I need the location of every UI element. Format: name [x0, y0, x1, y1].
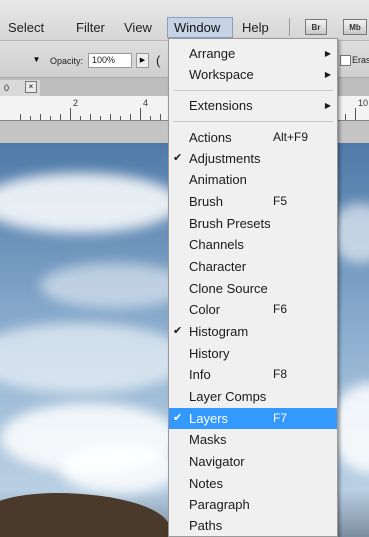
bridge-icon[interactable]: Br	[305, 19, 327, 35]
ruler-number: 2	[73, 98, 79, 108]
opacity-label: Opacity:	[50, 56, 84, 66]
submenu-arrow-icon: ▶	[324, 101, 331, 110]
menu-item-extensions[interactable]: Extensions ▶	[169, 95, 337, 116]
checkmark-icon: ✔	[173, 152, 183, 164]
menu-item-animation[interactable]: Animation	[169, 169, 337, 190]
menu-item-label: Clone Source	[189, 281, 268, 296]
menu-item-shortcut: F6	[273, 302, 288, 316]
menu-item-label: Channels	[189, 237, 244, 252]
opacity-arrow-icon[interactable]: ▶	[136, 53, 149, 68]
menu-window[interactable]: Window	[167, 17, 233, 38]
menu-item-brush[interactable]: Brush F5	[169, 191, 337, 212]
menu-item-label: Extensions	[189, 98, 253, 113]
menu-item-label: Notes	[189, 476, 223, 491]
close-icon[interactable]: ×	[25, 81, 37, 93]
menu-item-label: Layer Comps	[189, 389, 267, 404]
submenu-arrow-icon: ▶	[324, 49, 331, 58]
menu-item-arrange[interactable]: Arrange ▶	[169, 43, 337, 64]
menu-item-label: Brush Presets	[189, 216, 271, 231]
menu-item-shortcut: F8	[273, 367, 288, 381]
menu-item-layers[interactable]: ✔ Layers F7	[169, 408, 337, 429]
menu-separator	[173, 90, 333, 91]
menu-item-label: Character	[189, 259, 247, 274]
menu-item-actions[interactable]: Actions Alt+F9	[169, 127, 337, 148]
window-menu-dropdown: Arrange ▶ Workspace ▶ Extensions ▶ Actio…	[168, 38, 338, 537]
menu-item-label: Layers	[189, 411, 229, 426]
menu-item-label: Adjustments	[189, 151, 261, 166]
menu-item-label: Brush	[189, 194, 223, 209]
chevron-down-icon[interactable]: ▼	[30, 53, 43, 68]
menu-item-label: Masks	[189, 432, 227, 447]
menu-item-color[interactable]: Color F6	[169, 299, 337, 320]
mini-bridge-icon[interactable]: Mb	[343, 19, 367, 35]
menu-item-shortcut: F5	[273, 194, 288, 208]
submenu-arrow-icon: ▶	[324, 70, 331, 79]
menu-item-paths[interactable]: Paths	[169, 515, 337, 536]
document-tab-label: 0	[4, 83, 10, 93]
menu-view[interactable]: View	[124, 20, 152, 36]
erase-label: Eras	[352, 55, 369, 65]
menu-item-history[interactable]: History	[169, 343, 337, 364]
menu-item-masks[interactable]: Masks	[169, 429, 337, 450]
menu-select[interactable]: Select	[8, 20, 44, 36]
menu-item-label: Histogram	[189, 324, 249, 339]
menu-window-label: Window	[174, 20, 221, 35]
menu-filter[interactable]: Filter	[76, 20, 105, 36]
menu-item-brush-presets[interactable]: Brush Presets	[169, 213, 337, 234]
menu-item-channels[interactable]: Channels	[169, 234, 337, 255]
menu-item-label: Color	[189, 302, 221, 317]
menu-item-layer-comps[interactable]: Layer Comps	[169, 386, 337, 407]
menu-separator	[173, 121, 333, 122]
menu-item-shortcut: Alt+F9	[273, 130, 309, 144]
erase-checkbox[interactable]	[340, 55, 351, 66]
checkmark-icon: ✔	[173, 412, 183, 424]
checkmark-icon: ✔	[173, 325, 183, 337]
menu-item-label: Paths	[189, 518, 223, 533]
menu-item-histogram[interactable]: ✔ Histogram	[169, 321, 337, 342]
menu-item-label: History	[189, 346, 230, 361]
menubar-divider	[289, 18, 290, 36]
menu-item-navigator[interactable]: Navigator	[169, 451, 337, 472]
menu-item-label: Arrange	[189, 46, 236, 61]
menu-item-paragraph[interactable]: Paragraph	[169, 494, 337, 515]
menu-bar: Select Filter View Window Help Br Mb	[0, 0, 369, 41]
menu-item-clone-source[interactable]: Clone Source	[169, 278, 337, 299]
ruler-number: 10	[358, 98, 369, 108]
opacity-field[interactable]: 100%	[88, 53, 132, 68]
menu-item-label: Animation	[189, 172, 247, 187]
menu-item-label: Workspace	[189, 67, 254, 82]
menu-item-label: Navigator	[189, 454, 245, 469]
options-text-fragment: (	[156, 53, 161, 68]
ruler-number: 4	[143, 98, 149, 108]
menu-item-label: Info	[189, 367, 211, 382]
menu-item-info[interactable]: Info F8	[169, 364, 337, 385]
menu-item-notes[interactable]: Notes	[169, 473, 337, 494]
menu-item-label: Actions	[189, 130, 232, 145]
menu-item-label: Paragraph	[189, 497, 250, 512]
menu-item-character[interactable]: Character	[169, 256, 337, 277]
menu-help[interactable]: Help	[242, 20, 269, 36]
menu-item-shortcut: F7	[273, 411, 288, 425]
menu-item-adjustments[interactable]: ✔ Adjustments	[169, 148, 337, 169]
menu-item-workspace[interactable]: Workspace ▶	[169, 64, 337, 85]
